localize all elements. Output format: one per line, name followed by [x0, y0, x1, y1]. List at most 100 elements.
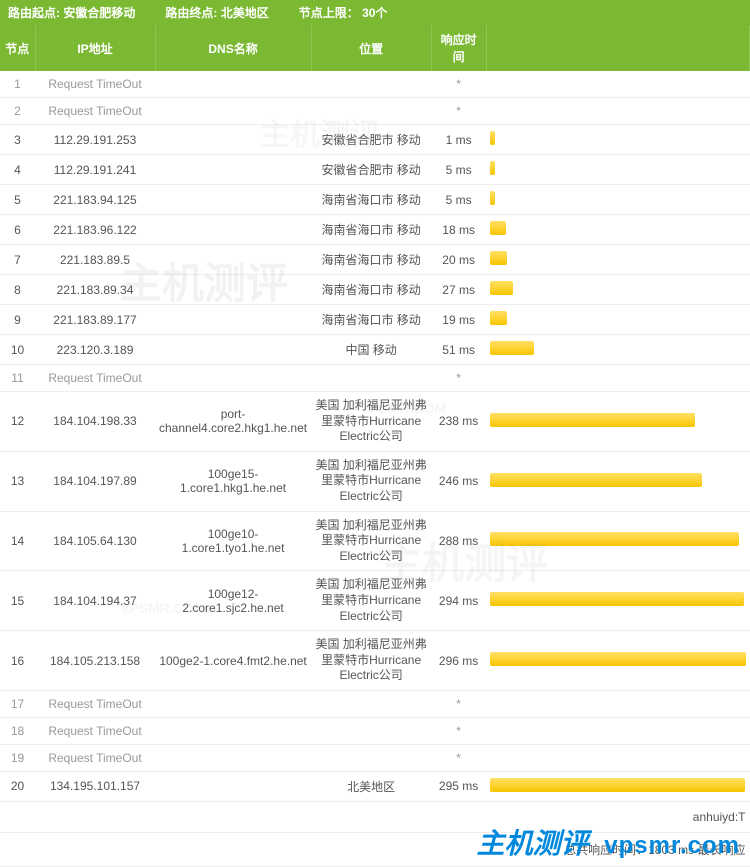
col-dns: DNS名称: [155, 25, 311, 71]
cell-time: 5 ms: [431, 155, 486, 185]
cell-ip: Request TimeOut: [35, 690, 155, 717]
cell-dns: [155, 98, 311, 125]
cell-node: 7: [0, 245, 35, 275]
cell-node: 9: [0, 305, 35, 335]
cell-bar: [486, 365, 749, 392]
cell-time: *: [431, 71, 486, 98]
table-row: 5221.183.94.125海南省海口市 移动5 ms: [0, 185, 750, 215]
cell-time: *: [431, 717, 486, 744]
cell-location: 安徽省合肥市 移动: [311, 155, 431, 185]
cell-bar: [486, 98, 749, 125]
cell-node: 16: [0, 631, 35, 691]
cell-ip: 134.195.101.157: [35, 771, 155, 801]
cell-bar: [486, 451, 749, 511]
traceroute-table: 节点 IP地址 DNS名称 位置 响应时间 1Request TimeOut*2…: [0, 25, 750, 867]
cell-dns: [155, 275, 311, 305]
table-row: 14184.105.64.130100ge10-1.core1.tyo1.he.…: [0, 511, 750, 571]
cell-location: [311, 365, 431, 392]
latency-bar: [490, 778, 745, 792]
cell-dns: port-channel4.core2.hkg1.he.net: [155, 392, 311, 452]
cell-time: 288 ms: [431, 511, 486, 571]
cell-node: 1: [0, 71, 35, 98]
cell-node: 12: [0, 392, 35, 452]
cell-bar: [486, 275, 749, 305]
cell-time: 51 ms: [431, 335, 486, 365]
cell-time: 296 ms: [431, 631, 486, 691]
cell-node: 11: [0, 365, 35, 392]
cell-dns: [155, 744, 311, 771]
latency-bar: [490, 652, 745, 666]
cell-location: 安徽省合肥市 移动: [311, 125, 431, 155]
latency-bar: [490, 131, 495, 145]
cell-bar: [486, 631, 749, 691]
cell-time: 20 ms: [431, 245, 486, 275]
cell-dns: [155, 717, 311, 744]
cell-location: [311, 98, 431, 125]
cell-location: 海南省海口市 移动: [311, 245, 431, 275]
cell-node: 8: [0, 275, 35, 305]
cell-node: 19: [0, 744, 35, 771]
cell-ip: Request TimeOut: [35, 71, 155, 98]
cell-bar: [486, 245, 749, 275]
cell-dns: [155, 365, 311, 392]
cell-dns: [155, 335, 311, 365]
cell-dns: 100ge12-2.core1.sjc2.he.net: [155, 571, 311, 631]
cell-time: *: [431, 365, 486, 392]
cell-node: 20: [0, 771, 35, 801]
cell-ip: 221.183.96.122: [35, 215, 155, 245]
cell-time: *: [431, 98, 486, 125]
cell-ip: 184.105.213.158: [35, 631, 155, 691]
table-row: 6221.183.96.122海南省海口市 移动18 ms: [0, 215, 750, 245]
col-bar: [486, 25, 749, 71]
cell-dns: [155, 305, 311, 335]
cell-dns: [155, 155, 311, 185]
cell-time: 295 ms: [431, 771, 486, 801]
cell-bar: [486, 744, 749, 771]
node-limit: 节点上限： 30个: [299, 4, 388, 21]
table-row: 7221.183.89.5 海南省海口市 移动20 ms: [0, 245, 750, 275]
cell-ip: 184.105.64.130: [35, 511, 155, 571]
cell-node: 3: [0, 125, 35, 155]
latency-bar: [490, 251, 507, 265]
table-row: 11Request TimeOut*: [0, 365, 750, 392]
table-row: 4112.29.191.241安徽省合肥市 移动5 ms: [0, 155, 750, 185]
latency-bar: [490, 413, 695, 427]
cell-time: 18 ms: [431, 215, 486, 245]
cell-node: 13: [0, 451, 35, 511]
cell-bar: [486, 717, 749, 744]
table-row: 18Request TimeOut*: [0, 717, 750, 744]
cell-bar: [486, 690, 749, 717]
table-row: 15184.104.194.37100ge12-2.core1.sjc2.he.…: [0, 571, 750, 631]
cell-dns: [155, 71, 311, 98]
table-row: 20134.195.101.157北美地区295 ms: [0, 771, 750, 801]
cell-ip: 221.183.94.125: [35, 185, 155, 215]
cell-ip: 221.183.89.177: [35, 305, 155, 335]
cell-location: 美国 加利福尼亚州弗里蒙特市Hurricane Electric公司: [311, 631, 431, 691]
cell-ip: 184.104.194.37: [35, 571, 155, 631]
cell-ip: Request TimeOut: [35, 98, 155, 125]
table-row: 3112.29.191.253 安徽省合肥市 移动1 ms: [0, 125, 750, 155]
latency-bar: [490, 341, 534, 355]
cell-time: 1 ms: [431, 125, 486, 155]
cell-node: 15: [0, 571, 35, 631]
cell-ip: 112.29.191.253: [35, 125, 155, 155]
col-node: 节点: [0, 25, 35, 71]
cell-location: [311, 690, 431, 717]
cell-node: 17: [0, 690, 35, 717]
latency-bar: [490, 311, 506, 325]
cell-ip: 184.104.198.33: [35, 392, 155, 452]
cell-dns: [155, 245, 311, 275]
col-loc: 位置: [311, 25, 431, 71]
table-row: 2Request TimeOut*: [0, 98, 750, 125]
cell-dns: [155, 690, 311, 717]
cell-ip: 221.183.89.5: [35, 245, 155, 275]
cell-bar: [486, 125, 749, 155]
cell-bar: [486, 571, 749, 631]
col-time: 响应时间: [431, 25, 486, 71]
table-row: 16184.105.213.158100ge2-1.core4.fmt2.he.…: [0, 631, 750, 691]
route-header: 路由起点: 安徽合肥移动 路由终点: 北美地区 节点上限： 30个: [0, 0, 750, 25]
table-row: 17Request TimeOut*: [0, 690, 750, 717]
cell-time: 19 ms: [431, 305, 486, 335]
cell-time: 246 ms: [431, 451, 486, 511]
cell-ip: 184.104.197.89: [35, 451, 155, 511]
